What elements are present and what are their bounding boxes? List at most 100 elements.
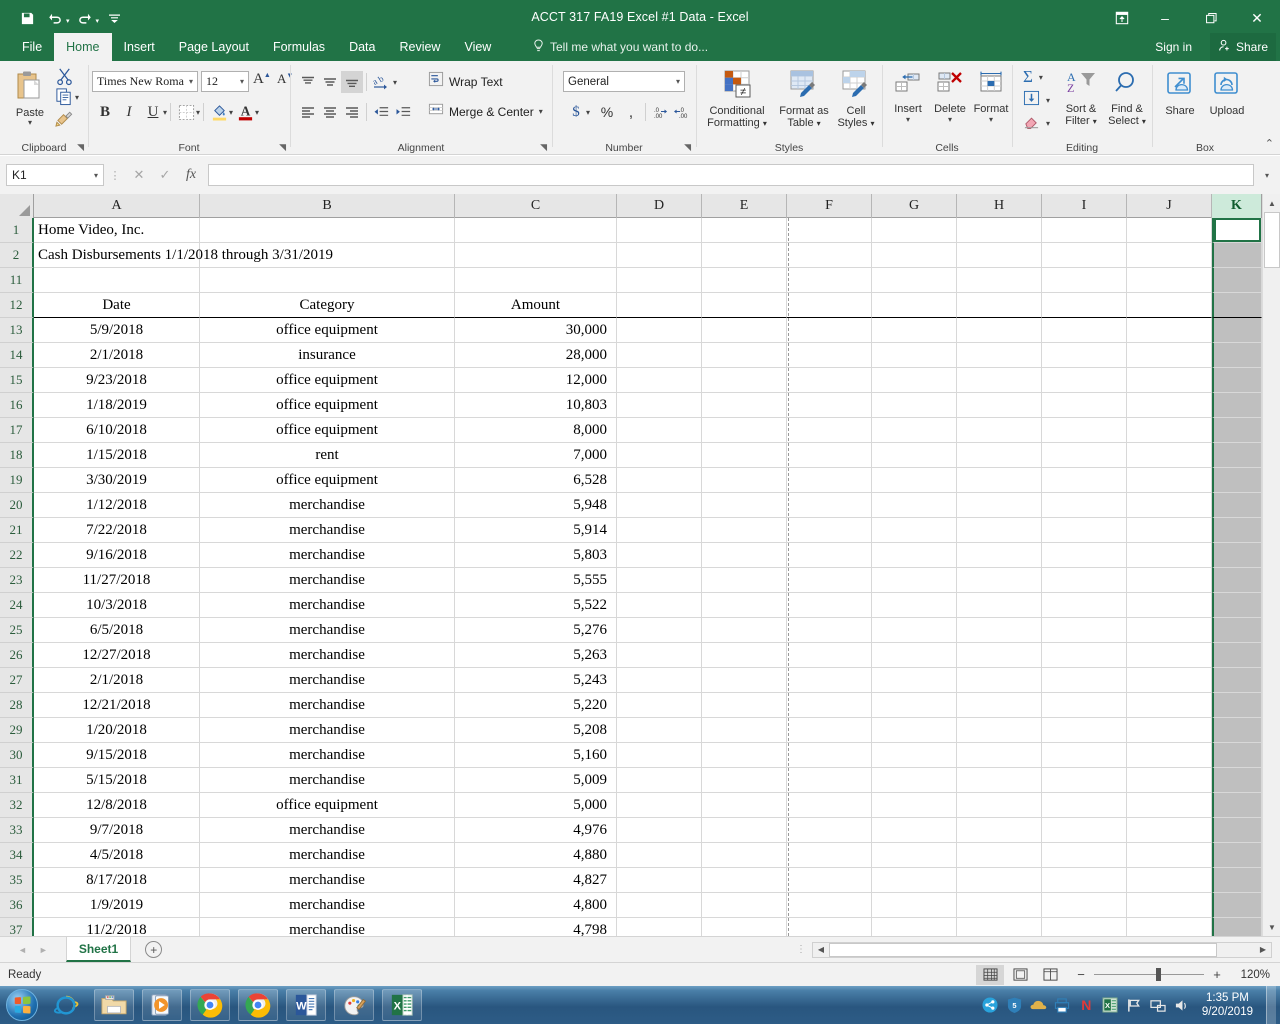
cell-I31[interactable] xyxy=(1042,768,1127,793)
cell-B25[interactable]: merchandise xyxy=(200,618,455,643)
cell-A33[interactable]: 9/7/2018 xyxy=(34,818,200,843)
cell-A25[interactable]: 6/5/2018 xyxy=(34,618,200,643)
cell-B18[interactable]: rent xyxy=(200,443,455,468)
cell-D15[interactable] xyxy=(617,368,702,393)
cell-B24[interactable]: merchandise xyxy=(200,593,455,618)
italic-button[interactable]: I xyxy=(117,101,141,123)
cell-H35[interactable] xyxy=(957,868,1042,893)
row-header-28[interactable]: 28 xyxy=(0,693,34,718)
cell-B23[interactable]: merchandise xyxy=(200,568,455,593)
cell-H19[interactable] xyxy=(957,468,1042,493)
cell-K17[interactable] xyxy=(1212,418,1262,443)
cell-C17[interactable]: 8,000 xyxy=(455,418,617,443)
row-header-22[interactable]: 22 xyxy=(0,543,34,568)
cell-F17[interactable] xyxy=(787,418,872,443)
cell-A15[interactable]: 9/23/2018 xyxy=(34,368,200,393)
cell-D23[interactable] xyxy=(617,568,702,593)
cell-K15[interactable] xyxy=(1212,368,1262,393)
cell-C18[interactable]: 7,000 xyxy=(455,443,617,468)
cell-E2[interactable] xyxy=(702,243,787,268)
cell-H16[interactable] xyxy=(957,393,1042,418)
copy-button[interactable] xyxy=(55,87,74,111)
cell-E11[interactable] xyxy=(702,268,787,293)
cell-A23[interactable]: 11/27/2018 xyxy=(34,568,200,593)
cell-I2[interactable] xyxy=(1042,243,1127,268)
cell-K19[interactable] xyxy=(1212,468,1262,493)
tab-view[interactable]: View xyxy=(452,33,503,61)
cell-I30[interactable] xyxy=(1042,743,1127,768)
cell-J27[interactable] xyxy=(1127,668,1212,693)
cell-B13[interactable]: office equipment xyxy=(200,318,455,343)
restore-button[interactable] xyxy=(1188,0,1234,36)
align-bottom-button[interactable] xyxy=(341,71,363,93)
cell-J36[interactable] xyxy=(1127,893,1212,918)
cell-I26[interactable] xyxy=(1042,643,1127,668)
zoom-slider-thumb[interactable] xyxy=(1156,968,1161,981)
autosum-button[interactable]: Σ ▾ xyxy=(1023,67,1043,87)
cell-I17[interactable] xyxy=(1042,418,1127,443)
cell-G31[interactable] xyxy=(872,768,957,793)
cell-I27[interactable] xyxy=(1042,668,1127,693)
cell-J18[interactable] xyxy=(1127,443,1212,468)
cell-D24[interactable] xyxy=(617,593,702,618)
name-box[interactable]: K1 ▾ xyxy=(6,164,104,186)
cell-F36[interactable] xyxy=(787,893,872,918)
cell-I14[interactable] xyxy=(1042,343,1127,368)
number-dialog-launcher[interactable]: ◥ xyxy=(684,142,691,153)
cell-J14[interactable] xyxy=(1127,343,1212,368)
cell-F23[interactable] xyxy=(787,568,872,593)
cell-H12[interactable] xyxy=(957,293,1042,318)
cell-A13[interactable]: 5/9/2018 xyxy=(34,318,200,343)
cell-J28[interactable] xyxy=(1127,693,1212,718)
tab-home[interactable]: Home xyxy=(54,33,112,61)
column-header-f[interactable]: F xyxy=(787,194,872,218)
cell-D26[interactable] xyxy=(617,643,702,668)
cell-G1[interactable] xyxy=(872,218,957,243)
row-header-11[interactable]: 11 xyxy=(0,268,34,293)
cell-D12[interactable] xyxy=(617,293,702,318)
cell-A22[interactable]: 9/16/2018 xyxy=(34,543,200,568)
cell-F35[interactable] xyxy=(787,868,872,893)
clear-button[interactable]: ▾ xyxy=(1023,113,1050,134)
cell-E34[interactable] xyxy=(702,843,787,868)
cell-E27[interactable] xyxy=(702,668,787,693)
cell-C36[interactable]: 4,800 xyxy=(455,893,617,918)
taskbar-microsoft-word[interactable]: W xyxy=(286,989,326,1021)
tab-page-layout[interactable]: Page Layout xyxy=(167,33,261,61)
cell-A31[interactable]: 5/15/2018 xyxy=(34,768,200,793)
cloud-icon[interactable] xyxy=(1030,997,1047,1014)
cell-I29[interactable] xyxy=(1042,718,1127,743)
cell-G27[interactable] xyxy=(872,668,957,693)
cell-K16[interactable] xyxy=(1212,393,1262,418)
cell-C33[interactable]: 4,976 xyxy=(455,818,617,843)
cell-B32[interactable]: office equipment xyxy=(200,793,455,818)
cell-J12[interactable] xyxy=(1127,293,1212,318)
cell-F24[interactable] xyxy=(787,593,872,618)
cell-F32[interactable] xyxy=(787,793,872,818)
column-header-g[interactable]: G xyxy=(872,194,957,218)
copy-dropdown-icon[interactable]: ▾ xyxy=(75,93,79,102)
cell-A20[interactable]: 1/12/2018 xyxy=(34,493,200,518)
format-as-table-button[interactable]: Format as Table ▾ xyxy=(775,69,833,130)
cell-A14[interactable]: 2/1/2018 xyxy=(34,343,200,368)
cell-B36[interactable]: merchandise xyxy=(200,893,455,918)
cell-C13[interactable]: 30,000 xyxy=(455,318,617,343)
cell-C2[interactable] xyxy=(455,243,617,268)
cell-K12[interactable] xyxy=(1212,293,1262,318)
share-button[interactable]: Share xyxy=(1209,33,1276,61)
cell-F11[interactable] xyxy=(787,268,872,293)
column-header-k[interactable]: K xyxy=(1212,194,1262,218)
cell-H2[interactable] xyxy=(957,243,1042,268)
cell-E14[interactable] xyxy=(702,343,787,368)
column-header-a[interactable]: A xyxy=(34,194,200,218)
cell-F27[interactable] xyxy=(787,668,872,693)
increase-decimal-button[interactable]: .0.00 xyxy=(649,101,671,123)
cell-D34[interactable] xyxy=(617,843,702,868)
cell-D21[interactable] xyxy=(617,518,702,543)
format-cells-button[interactable]: Format ▾ xyxy=(971,69,1011,124)
row-header-26[interactable]: 26 xyxy=(0,643,34,668)
row-header-2[interactable]: 2 xyxy=(0,243,34,268)
cell-F14[interactable] xyxy=(787,343,872,368)
cell-G19[interactable] xyxy=(872,468,957,493)
cell-K11[interactable] xyxy=(1212,268,1262,293)
